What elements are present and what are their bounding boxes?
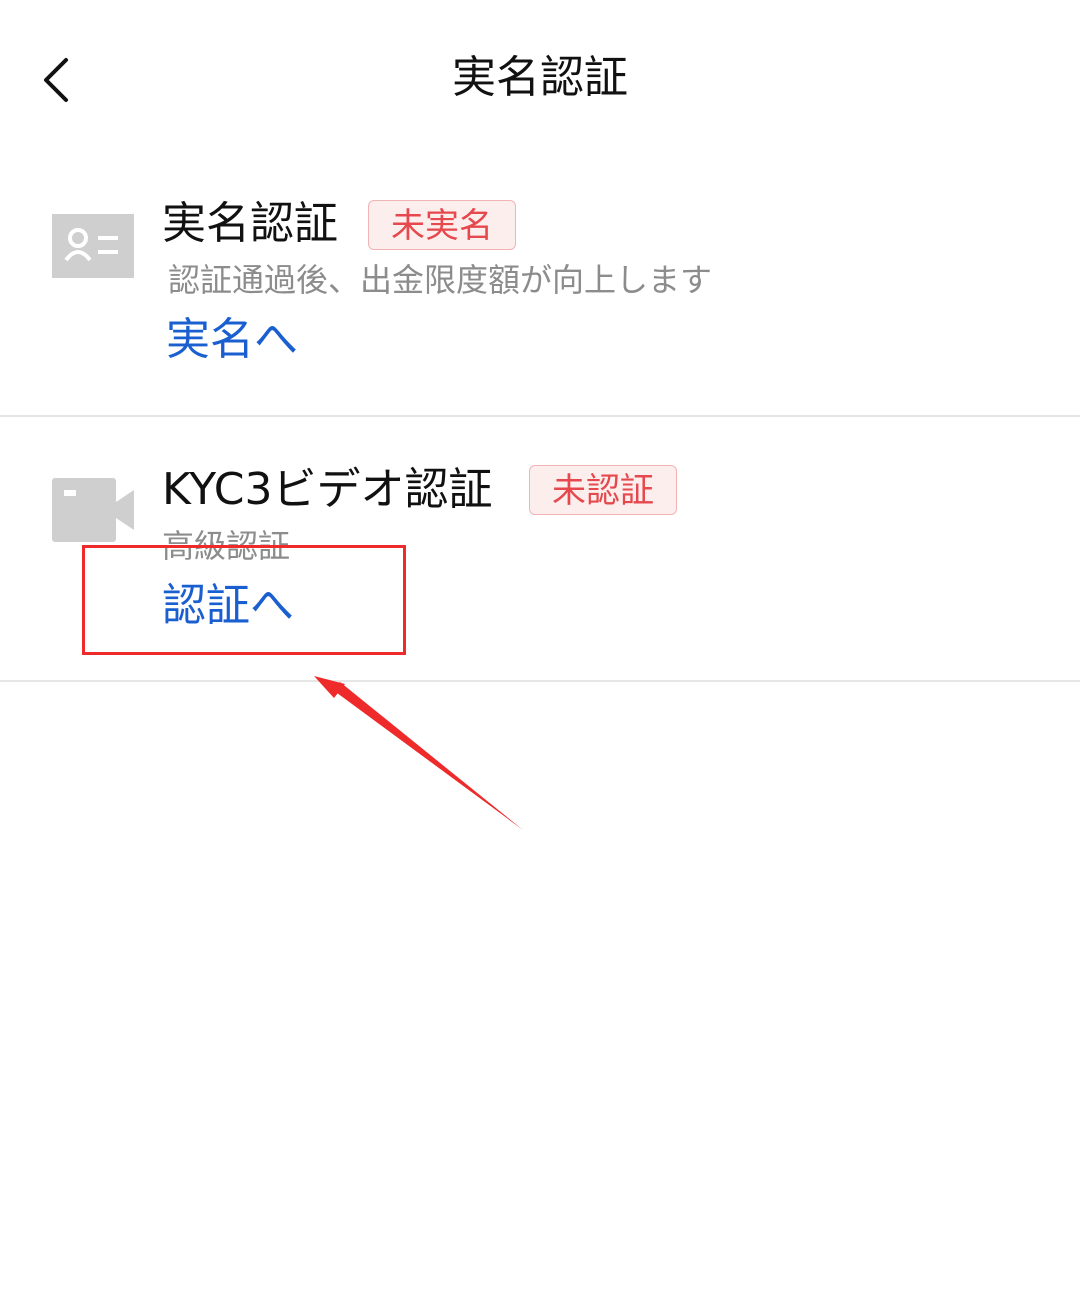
item-title: 実名認証 [162, 198, 338, 249]
item-title: KYC3ビデオ認証 [162, 464, 493, 515]
video-camera-icon [52, 478, 134, 542]
go-real-name-link[interactable]: 実名へ [166, 312, 298, 368]
status-badge: 未実名 [368, 200, 516, 250]
item-description: 認証通過後、出金限度額が向上します [168, 261, 713, 299]
id-card-icon [52, 214, 134, 278]
status-badge: 未認証 [529, 465, 677, 515]
page-title: 実名認証 [452, 52, 628, 103]
top-bar: 実名認証 [0, 0, 1080, 160]
highlight-box [82, 545, 406, 655]
verification-item-real-name: 実名認証 未実名 認証通過後、出金限度額が向上します 実名へ [0, 160, 1080, 417]
